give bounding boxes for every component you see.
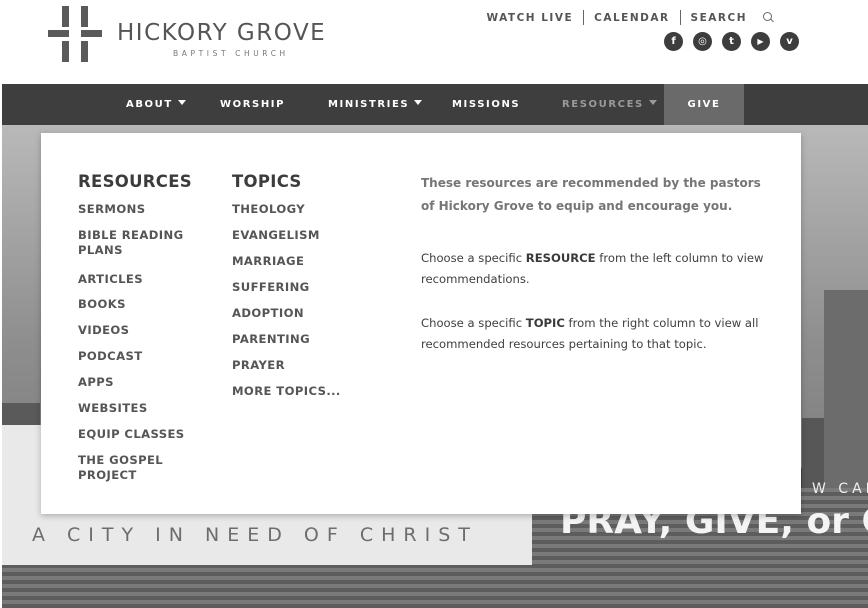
twitter-icon[interactable]: t — [722, 32, 741, 51]
topic-link-adoption[interactable]: ADOPTION — [232, 306, 362, 321]
nav-ministries[interactable]: MINISTRIES — [328, 84, 423, 125]
site-header: HICKORY GROVE BAPTIST CHURCH WATCH LIVE … — [0, 0, 868, 84]
topic-link-evangelism[interactable]: EVANGELISM — [232, 228, 362, 243]
nav-worship[interactable]: WORSHIP — [220, 84, 285, 125]
resource-link-articles[interactable]: ARTICLES — [78, 272, 208, 287]
resource-link-bible-reading-plans[interactable]: BIBLE READING PLANS — [78, 228, 198, 258]
calendar-link[interactable]: CALENDAR — [584, 12, 679, 24]
topic-hint-text: Choose a specific TOPIC from the right c… — [421, 313, 771, 355]
topic-link-parenting[interactable]: PARENTING — [232, 332, 362, 347]
resource-link-apps[interactable]: APPS — [78, 375, 208, 390]
hero-small-text: W CAN — [812, 481, 868, 497]
topic-hint-bold: TOPIC — [525, 316, 565, 330]
nav-resources[interactable]: RESOURCES — [562, 84, 657, 125]
hero-subtitle: A CITY IN NEED OF CHRIST — [32, 524, 478, 546]
resources-mega-menu: RESOURCES TOPICS SERMONS BIBLE READING P… — [41, 133, 801, 514]
caret-down-icon — [177, 100, 186, 105]
topic-hint-pre: Choose a specific — [421, 316, 526, 330]
resource-link-videos[interactable]: VIDEOS — [78, 323, 208, 338]
vimeo-icon[interactable]: v — [780, 32, 799, 51]
nav-about-label: ABOUT — [126, 99, 173, 110]
utility-nav: WATCH LIVE CALENDAR SEARCH — [476, 10, 774, 25]
resource-hint-bold: RESOURCE — [525, 251, 596, 265]
caret-down-icon — [648, 100, 657, 105]
nav-give[interactable]: GIVE — [664, 84, 744, 125]
search-icon[interactable] — [763, 12, 774, 23]
social-links: f ◎ t ▶ v — [664, 32, 799, 51]
resource-link-sermons[interactable]: SERMONS — [78, 202, 208, 217]
instagram-icon[interactable]: ◎ — [693, 32, 712, 51]
facebook-icon[interactable]: f — [664, 32, 683, 51]
brand-subtitle: BAPTIST CHURCH — [173, 49, 289, 58]
brand-name: HICKORY GROVE — [117, 20, 327, 46]
topic-link-theology[interactable]: THEOLOGY — [232, 202, 362, 217]
main-nav: ABOUT WORSHIP MINISTRIES MISSIONS RESOUR… — [2, 84, 868, 125]
nav-resources-label: RESOURCES — [562, 99, 644, 110]
resources-intro-text: These resources are recommended by the p… — [421, 176, 761, 213]
topic-link-prayer[interactable]: PRAYER — [232, 358, 362, 373]
resource-link-podcast[interactable]: PODCAST — [78, 349, 208, 364]
nav-missions-label: MISSIONS — [452, 99, 521, 110]
topics-column-title: TOPICS — [232, 172, 302, 191]
resource-link-books[interactable]: BOOKS — [78, 297, 208, 312]
resources-column-title: RESOURCES — [78, 172, 192, 191]
resource-hint-text: Choose a specific RESOURCE from the left… — [421, 248, 771, 290]
caret-down-icon — [414, 100, 423, 105]
resource-link-the-gospel-project[interactable]: THE GOSPEL PROJECT — [78, 453, 188, 483]
nav-missions[interactable]: MISSIONS — [452, 84, 520, 125]
resource-hint-pre: Choose a specific — [421, 251, 526, 265]
brand[interactable]: HICKORY GROVE BAPTIST CHURCH — [117, 20, 327, 58]
resource-link-websites[interactable]: WEBSITES — [78, 401, 208, 416]
watch-live-link[interactable]: WATCH LIVE — [476, 12, 583, 24]
nav-about[interactable]: ABOUT — [126, 84, 186, 125]
search-link[interactable]: SEARCH — [681, 12, 757, 24]
church-logo-cross-icon[interactable] — [48, 6, 102, 62]
topic-link-marriage[interactable]: MARRIAGE — [232, 254, 362, 269]
topic-link-suffering[interactable]: SUFFERING — [232, 280, 362, 295]
youtube-icon[interactable]: ▶ — [751, 32, 770, 51]
resource-link-equip-classes[interactable]: EQUIP CLASSES — [78, 427, 218, 442]
nav-ministries-label: MINISTRIES — [328, 99, 410, 110]
nav-worship-label: WORSHIP — [220, 99, 286, 110]
topic-link-more-topics[interactable]: MORE TOPICS... — [232, 384, 372, 399]
